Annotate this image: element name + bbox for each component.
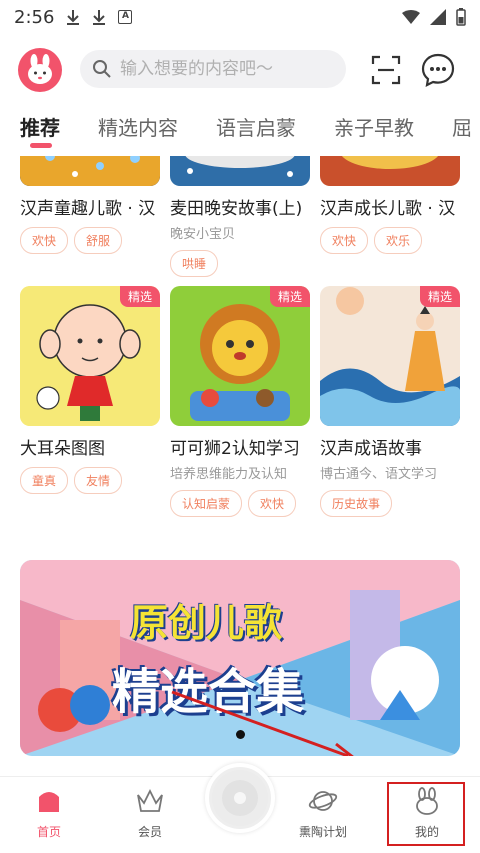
nav-vip-label: 会员 bbox=[137, 825, 162, 839]
a-app-icon: A bbox=[118, 10, 133, 24]
app-header bbox=[0, 42, 480, 98]
album-title: 可可狮2认知学习 bbox=[170, 439, 300, 459]
banner-title-line1: 原创儿歌 bbox=[130, 601, 283, 645]
tab-more[interactable]: 屈 bbox=[452, 110, 472, 150]
notification-icons: A bbox=[66, 9, 133, 25]
play-disc-button[interactable] bbox=[205, 763, 275, 833]
album-card[interactable]: 汉声童趣儿歌 · 汉 欢快 舒服 bbox=[20, 156, 160, 254]
status-time: 2:56 bbox=[14, 6, 55, 28]
album-cover: 精选 bbox=[20, 286, 160, 426]
home-icon bbox=[39, 792, 59, 812]
bottom-nav: 首页 会员 熏陶计划 我的 bbox=[0, 763, 480, 853]
album-card[interactable]: 精选 可可狮2认知学习 培养思维能力及认知 认知启蒙 欢快 bbox=[170, 286, 310, 517]
album-card[interactable]: 汉声成长儿歌 · 汉 欢快 欢乐 bbox=[320, 156, 460, 254]
album-subtitle: 晚安小宝贝 bbox=[170, 227, 236, 242]
tag-list: 欢快 舒服 bbox=[20, 227, 160, 254]
album-subtitle: 博古通今、语文学习 bbox=[320, 467, 438, 482]
nav-home[interactable]: 首页 bbox=[9, 787, 89, 840]
tag[interactable]: 欢快 bbox=[20, 227, 69, 254]
system-icons bbox=[402, 8, 466, 26]
tag-list: 历史故事 bbox=[320, 490, 460, 517]
nav-plan-label: 熏陶计划 bbox=[298, 825, 347, 839]
album-cover: 精选 bbox=[170, 286, 310, 426]
tag[interactable]: 欢快 bbox=[320, 227, 369, 254]
tag-list: 认知启蒙 欢快 bbox=[170, 490, 310, 517]
album-card[interactable]: 精选 汉声成语故事 博古通今、语文学习 历史故事 bbox=[320, 286, 460, 517]
signal-icon bbox=[430, 9, 446, 25]
annotation-highlight-box bbox=[387, 782, 465, 846]
tab-featured[interactable]: 精选内容 bbox=[98, 110, 178, 150]
app-logo[interactable] bbox=[18, 48, 62, 92]
tag[interactable]: 欢乐 bbox=[374, 227, 423, 254]
album-cover bbox=[20, 156, 160, 186]
album-title: 汉声成语故事 bbox=[320, 439, 422, 459]
album-cover bbox=[320, 156, 460, 186]
planet-icon bbox=[308, 791, 338, 811]
tag[interactable]: 认知启蒙 bbox=[170, 490, 243, 517]
album-title: 大耳朵图图 bbox=[20, 439, 105, 459]
nav-home-label: 首页 bbox=[36, 825, 61, 839]
tab-language[interactable]: 语言启蒙 bbox=[216, 110, 296, 150]
category-tabs: 推荐 精选内容 语言启蒙 亲子早教 屈 bbox=[0, 110, 480, 154]
featured-badge: 精选 bbox=[119, 286, 160, 307]
album-cover: 精选 bbox=[320, 286, 460, 426]
tag-list: 童真 友情 bbox=[20, 467, 160, 494]
download-icon bbox=[67, 10, 80, 25]
album-card[interactable]: 麦田晚安故事(上) 晚安小宝贝 哄睡 bbox=[170, 156, 310, 277]
featured-badge: 精选 bbox=[269, 286, 310, 307]
annotation-arrow-icon bbox=[171, 690, 354, 756]
search-bar[interactable] bbox=[80, 50, 346, 88]
featured-badge: 精选 bbox=[419, 286, 460, 307]
nav-vip[interactable]: 会员 bbox=[110, 787, 190, 840]
tag[interactable]: 舒服 bbox=[74, 227, 123, 254]
bunny-logo-icon bbox=[28, 54, 52, 84]
tag[interactable]: 哄睡 bbox=[170, 250, 219, 277]
download-icon bbox=[93, 10, 106, 25]
tag-list: 欢快 欢乐 bbox=[320, 227, 460, 254]
tag[interactable]: 童真 bbox=[20, 467, 69, 494]
album-title: 麦田晚安故事(上) bbox=[170, 199, 303, 219]
disc-icon bbox=[212, 770, 268, 826]
battery-icon bbox=[456, 8, 466, 26]
promo-banner[interactable]: 原创儿歌 精选合集 bbox=[20, 560, 460, 756]
search-input[interactable] bbox=[120, 59, 340, 79]
album-title: 汉声成长儿歌 · 汉 bbox=[320, 199, 456, 219]
message-icon[interactable] bbox=[420, 52, 456, 88]
search-icon bbox=[93, 60, 111, 78]
nav-plan[interactable]: 熏陶计划 bbox=[283, 787, 363, 840]
wifi-icon bbox=[402, 10, 420, 24]
status-bar: 2:56 A bbox=[0, 0, 480, 34]
album-title: 汉声童趣儿歌 · 汉 bbox=[20, 199, 156, 219]
tag[interactable]: 欢快 bbox=[248, 490, 297, 517]
tag[interactable]: 友情 bbox=[74, 467, 123, 494]
album-cover bbox=[170, 156, 310, 186]
tag-list: 哄睡 bbox=[170, 250, 310, 277]
album-subtitle: 培养思维能力及认知 bbox=[170, 467, 288, 482]
tag[interactable]: 历史故事 bbox=[320, 490, 393, 517]
scan-icon[interactable] bbox=[370, 54, 402, 86]
tab-early-education[interactable]: 亲子早教 bbox=[334, 110, 414, 150]
album-card[interactable]: 精选 大耳朵图图 童真 友情 bbox=[20, 286, 160, 494]
tab-recommend[interactable]: 推荐 bbox=[20, 110, 60, 150]
crown-icon bbox=[137, 788, 163, 812]
